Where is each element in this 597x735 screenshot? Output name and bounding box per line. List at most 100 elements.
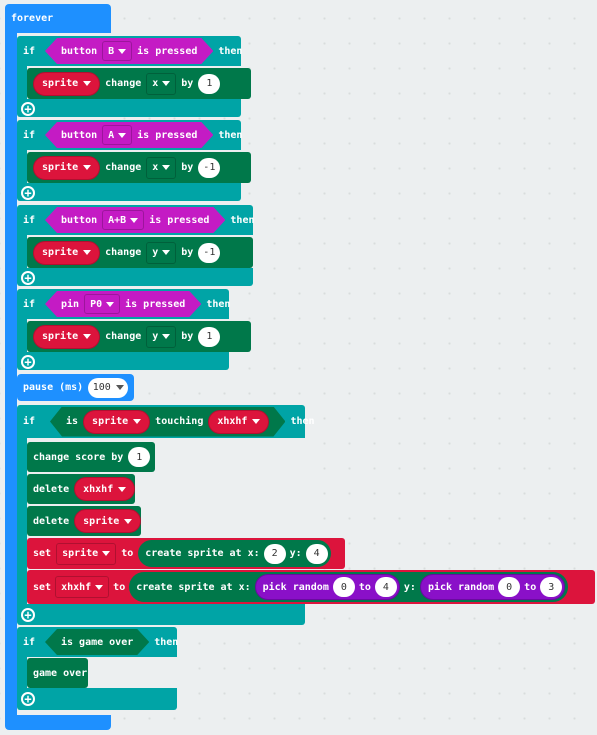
by-label: by xyxy=(181,247,194,258)
set-sprite-block[interactable]: set sprite to create sprite at x: 2 y: 4 xyxy=(27,538,345,569)
chevron-down-icon xyxy=(118,133,126,138)
if-touching-header: if is sprite touching xhxhf then xyxy=(17,405,315,438)
input-value: A+B xyxy=(108,214,127,226)
create-sprite-block[interactable]: create sprite at x: pick random 0 to 4 y: p… xyxy=(129,572,569,602)
max-input[interactable]: 3 xyxy=(540,577,563,597)
min-input[interactable]: 0 xyxy=(498,577,521,597)
delete-label: delete xyxy=(33,515,70,527)
is-pressed-condition[interactable]: button Bis pressed xyxy=(45,38,213,64)
game-over-block[interactable]: game over xyxy=(27,658,88,688)
if-header: if pin P0 is pressed then xyxy=(17,289,230,319)
chevron-down-icon xyxy=(162,250,171,255)
chevron-down-icon xyxy=(95,584,104,590)
add-else-button[interactable]: + xyxy=(21,102,35,116)
create-sprite-block[interactable]: create sprite at x: 2 y: 4 xyxy=(138,540,331,567)
y-input[interactable]: 4 xyxy=(305,543,328,564)
sprite-dropdown[interactable]: sprite xyxy=(83,410,150,434)
change-sprite-block[interactable]: sprite change y by -1 xyxy=(27,237,253,268)
axis-dropdown[interactable]: x xyxy=(146,156,177,179)
axis-dropdown[interactable]: x xyxy=(146,72,177,95)
change-sprite-block[interactable]: sprite change y by 1 xyxy=(27,321,251,352)
pause-value-dropdown[interactable]: 100 xyxy=(88,377,129,398)
change-value-input[interactable]: 1 xyxy=(198,73,221,94)
sprite-dropdown[interactable]: sprite xyxy=(74,509,142,533)
add-else-button[interactable]: + xyxy=(21,692,35,706)
touching-condition[interactable]: is sprite touching xhxhf xyxy=(50,407,285,437)
chevron-down-icon xyxy=(118,486,127,492)
input-value: B xyxy=(108,45,115,57)
change-value-input[interactable]: 1 xyxy=(198,326,221,347)
axis-dropdown[interactable]: y xyxy=(146,241,177,264)
sprite-var-dropdown[interactable]: sprite xyxy=(56,542,117,565)
pick-random-y[interactable]: pick random 0 to 3 xyxy=(419,574,566,600)
change-sprite-block[interactable]: sprite change x by 1 xyxy=(27,68,251,99)
change-value-input[interactable]: -1 xyxy=(198,242,221,263)
is-pressed-label: is pressed xyxy=(137,45,198,57)
forever-label: forever xyxy=(5,4,53,33)
to-label: to xyxy=(524,581,537,593)
pick-random-x[interactable]: pick random 0 to 4 xyxy=(254,574,400,600)
xhxhf-var-dropdown[interactable]: xhxhf xyxy=(55,576,110,598)
input-dropdown[interactable]: A+B xyxy=(102,210,144,230)
add-else-button[interactable]: + xyxy=(21,271,35,285)
then-keyword: then xyxy=(206,298,231,310)
plus-circle-icon: + xyxy=(21,692,35,706)
pause-value: 100 xyxy=(92,382,111,393)
by-label: by xyxy=(181,162,194,173)
xhxhf-dropdown[interactable]: xhxhf xyxy=(208,410,269,434)
score-input[interactable]: 1 xyxy=(128,447,151,467)
if-keyword: if xyxy=(23,45,36,57)
xhxhf-var: xhxhf xyxy=(83,483,114,495)
x-input[interactable]: 2 xyxy=(263,543,286,564)
xhxhf-var: xhxhf xyxy=(217,416,248,427)
if-keyword: if xyxy=(23,298,36,310)
pick-random-label: pick random xyxy=(262,581,329,593)
sprite-dropdown[interactable]: sprite xyxy=(33,155,101,180)
create-label: create sprite at x: xyxy=(136,581,251,593)
input-dropdown[interactable]: P0 xyxy=(84,294,120,314)
if-keyword: if xyxy=(23,636,36,648)
change-label: change xyxy=(105,331,142,342)
min-input[interactable]: 0 xyxy=(332,577,355,597)
chevron-down-icon xyxy=(162,81,171,86)
sprite-dropdown[interactable]: sprite xyxy=(33,324,101,349)
input-dropdown[interactable]: B xyxy=(102,41,132,61)
axis-value: x xyxy=(152,78,159,89)
add-else-button[interactable]: + xyxy=(21,608,35,622)
is-pressed-condition[interactable]: button A+B is pressed xyxy=(45,207,225,233)
xhxhf-dropdown[interactable]: xhxhf xyxy=(74,477,136,501)
add-else-button[interactable]: + xyxy=(21,355,35,369)
delete-xhxhf-block[interactable]: delete xhxhf xyxy=(27,474,136,504)
is-pressed-label: is pressed xyxy=(149,214,210,226)
is-game-over-label: is game over xyxy=(61,636,134,648)
change-sprite-block[interactable]: sprite change x by -1 xyxy=(27,152,251,183)
set-xhxhf-block[interactable]: set xhxhf to create sprite at x: pick ra… xyxy=(27,570,595,604)
create-label: create sprite at x: xyxy=(145,548,260,559)
sprite-dropdown[interactable]: sprite xyxy=(33,71,101,96)
delete-sprite-block[interactable]: delete sprite xyxy=(27,506,142,536)
input-dropdown[interactable]: A xyxy=(102,125,132,145)
y-label: y: xyxy=(403,581,416,593)
is-pressed-label: is pressed xyxy=(137,129,198,141)
is-game-over-condition[interactable]: is game over xyxy=(45,629,149,655)
change-value-input[interactable]: -1 xyxy=(198,157,221,178)
sprite-var: sprite xyxy=(42,331,79,342)
sprite-var: sprite xyxy=(42,78,79,89)
plus-circle-icon: + xyxy=(21,186,35,200)
input-type-label: pin xyxy=(61,298,80,310)
is-pressed-condition[interactable]: pin P0 is pressed xyxy=(45,291,201,317)
change-score-label: change score by xyxy=(33,451,124,463)
axis-dropdown[interactable]: y xyxy=(146,325,177,348)
if-keyword: if xyxy=(23,416,36,427)
is-pressed-label: is pressed xyxy=(125,298,186,310)
if-header: if button Ais pressed then xyxy=(17,120,242,150)
sprite-dropdown[interactable]: sprite xyxy=(33,240,101,265)
then-keyword: then xyxy=(218,45,243,57)
pick-random-label: pick random xyxy=(427,581,495,593)
change-score-block[interactable]: change score by 1 xyxy=(27,442,155,472)
chevron-down-icon xyxy=(115,385,124,390)
add-else-button[interactable]: + xyxy=(21,186,35,200)
pause-block[interactable]: pause (ms) 100 xyxy=(17,374,134,401)
is-pressed-condition[interactable]: button Ais pressed xyxy=(45,122,213,148)
max-input[interactable]: 4 xyxy=(374,577,397,597)
